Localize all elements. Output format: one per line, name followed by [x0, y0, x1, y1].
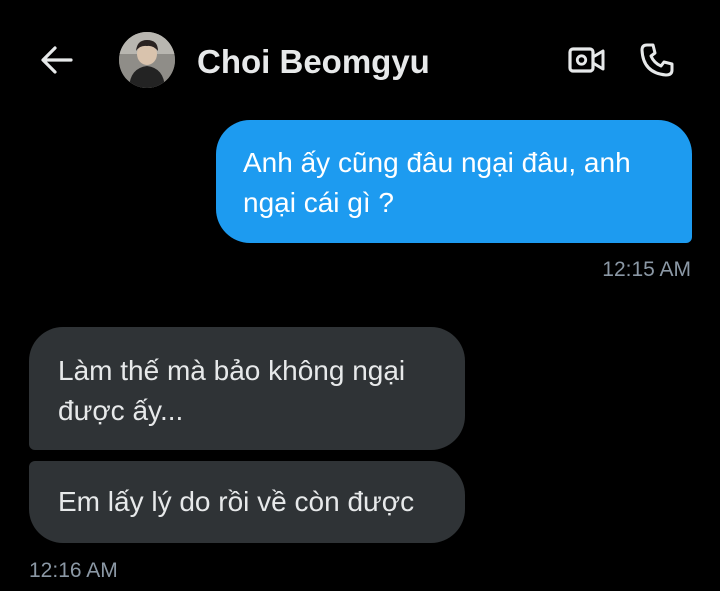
arrow-left-icon: [41, 46, 73, 74]
message-outgoing[interactable]: Anh ấy cũng đâu ngại đâu, anh ngại cái g…: [216, 120, 692, 243]
phone-icon: [640, 43, 674, 77]
message-incoming[interactable]: Làm thế mà bảo không ngại được ấy...: [29, 327, 465, 450]
back-button[interactable]: [36, 40, 76, 80]
chat-header: Choi Beomgyu: [0, 0, 720, 112]
message-timestamp: 12:16 AM: [29, 559, 118, 582]
message-incoming[interactable]: Em lấy lý do rồi về còn được: [29, 461, 465, 543]
contact-name[interactable]: Choi Beomgyu: [197, 42, 430, 82]
avatar-image: [119, 32, 175, 88]
message-timestamp: 12:15 AM: [602, 258, 691, 281]
video-call-button[interactable]: [565, 40, 609, 80]
avatar[interactable]: [119, 32, 175, 88]
voice-call-button[interactable]: [636, 40, 678, 80]
video-camera-icon: [568, 47, 605, 73]
